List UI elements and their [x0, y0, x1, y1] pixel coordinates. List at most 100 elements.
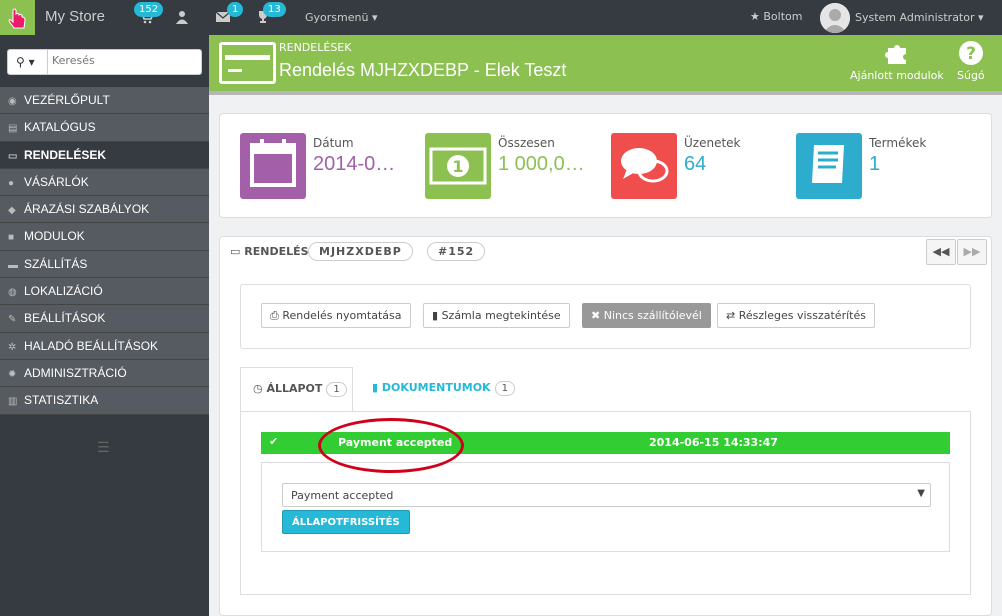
sidebar-item-stats[interactable]: ▥ STATISZTIKA — [0, 387, 209, 415]
gear-icon: ✹ — [8, 368, 17, 380]
comments-icon — [611, 133, 677, 199]
user-avatar-icon — [820, 3, 850, 33]
user-name: System Administrator — [855, 11, 975, 24]
order-heading: ▭ RENDELÉS — [230, 245, 309, 258]
caret-down-icon: ▾ — [28, 55, 35, 69]
star-icon: ★ — [750, 10, 760, 23]
calendar-icon — [240, 133, 306, 199]
logo[interactable] — [0, 0, 35, 35]
kpi-value: 64 — [684, 153, 707, 175]
kpi-value: 1 000,0… — [498, 153, 585, 175]
partial-refund-label: Részleges visszatérítés — [738, 309, 866, 322]
sidebar-item-customers[interactable]: ● VÁSÁRLÓK — [0, 168, 209, 197]
credit-card-icon: ▭ — [230, 245, 241, 258]
exchange-icon: ⇄ — [726, 309, 736, 322]
previous-order-button[interactable]: ◀◀ — [926, 239, 956, 265]
globe-icon: ◍ — [8, 287, 17, 299]
sidebar-item-shipping[interactable]: ▬ SZÁLLÍTÁS — [0, 250, 209, 279]
no-delivery-slip-button[interactable]: ✖ Nincs szállítólevél — [582, 303, 711, 328]
collapse-menu-icon[interactable]: ☰ — [97, 440, 110, 456]
status-select[interactable]: Payment accepted ▼ — [282, 483, 931, 507]
quick-access-menu[interactable]: Gyorsmenü ▾ — [305, 11, 377, 24]
hand-pointer-icon — [8, 8, 26, 29]
kpi-label: Összesen — [498, 136, 555, 150]
status-select-value: Payment accepted — [291, 489, 394, 502]
status-date: 2014-06-15 14:33:47 — [649, 436, 778, 449]
cogs-icon: ✲ — [8, 341, 17, 353]
view-invoice-label: Számla megtekintése — [441, 309, 561, 322]
sidebar-item-orders[interactable]: ▭ RENDELÉSEK — [0, 141, 209, 169]
tab-count: 1 — [326, 382, 347, 397]
partial-refund-button[interactable]: ⇄ Részleges visszatérítés — [717, 303, 875, 328]
sidebar-item-label: ADMINISZTRÁCIÓ — [24, 365, 127, 380]
order-tabs: ◷ ÁLLAPOT 1 ▮ DOKUMENTUMOK 1 ✔ Payment acc… — [240, 367, 971, 595]
store-name[interactable]: My Store — [45, 8, 105, 25]
search-scope-button[interactable]: ⚲ ▾ — [8, 50, 48, 74]
cart-badge: 152 — [134, 2, 164, 17]
sidebar-item-dashboard[interactable]: ◉ VEZÉRLŐPULT — [0, 87, 209, 115]
print-order-label: Rendelés nyomtatása — [282, 309, 402, 322]
user-menu[interactable]: System Administrator ▾ — [855, 11, 984, 24]
book-icon — [796, 133, 862, 199]
sidebar-item-price-rules[interactable]: ◆ ÁRAZÁSI SZABÁLYOK — [0, 196, 209, 224]
sidebar-item-label: SZÁLLÍTÁS — [24, 256, 88, 271]
print-order-button[interactable]: ⎙ Rendelés nyomtatása — [261, 303, 411, 328]
order-actions: ⎙ Rendelés nyomtatása ▮ Számla megtekint… — [240, 284, 971, 349]
my-shop-link[interactable]: ★ Boltom — [750, 10, 802, 23]
credit-card-icon — [219, 42, 276, 84]
update-status-button[interactable]: ÁLLAPOTFRISSÍTÉS — [282, 510, 410, 534]
recommended-modules-button[interactable]: Ajánlott modulok — [850, 40, 944, 82]
file-icon: ▮ — [432, 309, 439, 322]
clock-icon: ◷ — [253, 382, 263, 395]
sidebar-item-administration[interactable]: ✹ ADMINISZTRÁCIÓ — [0, 359, 209, 388]
backward-icon: ◀◀ — [932, 245, 950, 258]
quick-access-label: Gyorsmenü — [305, 11, 369, 24]
sidebar-item-label: ÁRAZÁSI SZABÁLYOK — [24, 202, 150, 217]
svg-text:?: ? — [966, 44, 976, 64]
credit-card-icon: ▭ — [8, 150, 18, 162]
view-invoice-button[interactable]: ▮ Számla megtekintése — [423, 303, 570, 328]
order-panel: ▭ RENDELÉS MJHZXDEBP #152 ◀◀ ▶▶ ⎙ Rendel… — [219, 236, 992, 616]
caret-down-icon: ▾ — [978, 11, 984, 24]
sidebar-item-label: VEZÉRLŐPULT — [24, 93, 110, 107]
sidebar-item-label: RENDELÉSEK — [24, 147, 107, 162]
users-icon: ● — [8, 177, 15, 189]
svg-text:1: 1 — [452, 157, 463, 176]
tab-status[interactable]: ◷ ÁLLAPOT 1 — [240, 367, 353, 412]
trophy-badge: 13 — [263, 2, 286, 17]
money-icon: 1 — [425, 133, 491, 199]
truck-icon: ▬ — [8, 259, 18, 271]
tab-documents[interactable]: ▮ DOKUMENTUMOK 1 — [360, 367, 527, 412]
file-icon: ▮ — [372, 381, 379, 394]
sidebar-item-advanced[interactable]: ✲ HALADÓ BEÁLLÍTÁSOK — [0, 332, 209, 360]
close-icon: ✖ — [591, 309, 601, 322]
kpi-panel: Dátum 2014-0… 1 Összesen 1 000,0… Üzenet… — [219, 113, 992, 218]
help-label: Súgó — [957, 69, 985, 82]
sidebar-item-label: KATALÓGUS — [24, 120, 96, 135]
kpi-value: 2014-0… — [313, 153, 396, 175]
sidebar-item-localization[interactable]: ◍ LOKALIZÁCIÓ — [0, 278, 209, 306]
help-button[interactable]: ? Súgó — [957, 40, 985, 82]
search-input[interactable] — [52, 54, 192, 67]
kpi-label: Dátum — [313, 136, 354, 150]
sidebar-item-label: LOKALIZÁCIÓ — [24, 284, 103, 299]
kpi-value: 1 — [869, 153, 881, 175]
tab-status-label: ÁLLAPOT — [266, 382, 323, 395]
sidebar-item-preferences[interactable]: ✎ BEÁLLÍTÁSOK — [0, 305, 209, 333]
order-heading-label: RENDELÉS — [244, 245, 309, 258]
messages-badge: 1 — [227, 2, 244, 17]
next-order-button[interactable]: ▶▶ — [957, 239, 987, 265]
sidebar: ⚲ ▾ ◉ VEZÉRLŐPULT ▤ KATALÓGUS ▭ RENDELÉSEK … — [0, 35, 209, 616]
sidebar-item-catalog[interactable]: ▤ KATALÓGUS — [0, 114, 209, 142]
caret-down-icon: ▼ — [917, 488, 925, 499]
page-title: Rendelés MJHZXDEBP - Elek Teszt — [279, 60, 567, 80]
breadcrumb[interactable]: RENDELÉSEK — [279, 41, 351, 54]
status-tab-content: ✔ Payment accepted 2014-06-15 14:33:47 P… — [240, 411, 971, 595]
bar-chart-icon: ▥ — [8, 396, 18, 408]
sidebar-item-modules[interactable]: ■ MODULOK — [0, 223, 209, 251]
sidebar-item-label: MODULOK — [24, 229, 85, 244]
avatar[interactable] — [820, 3, 850, 33]
print-icon: ⎙ — [270, 309, 279, 322]
user-icon[interactable] — [174, 9, 190, 25]
puzzle-icon — [884, 45, 906, 64]
